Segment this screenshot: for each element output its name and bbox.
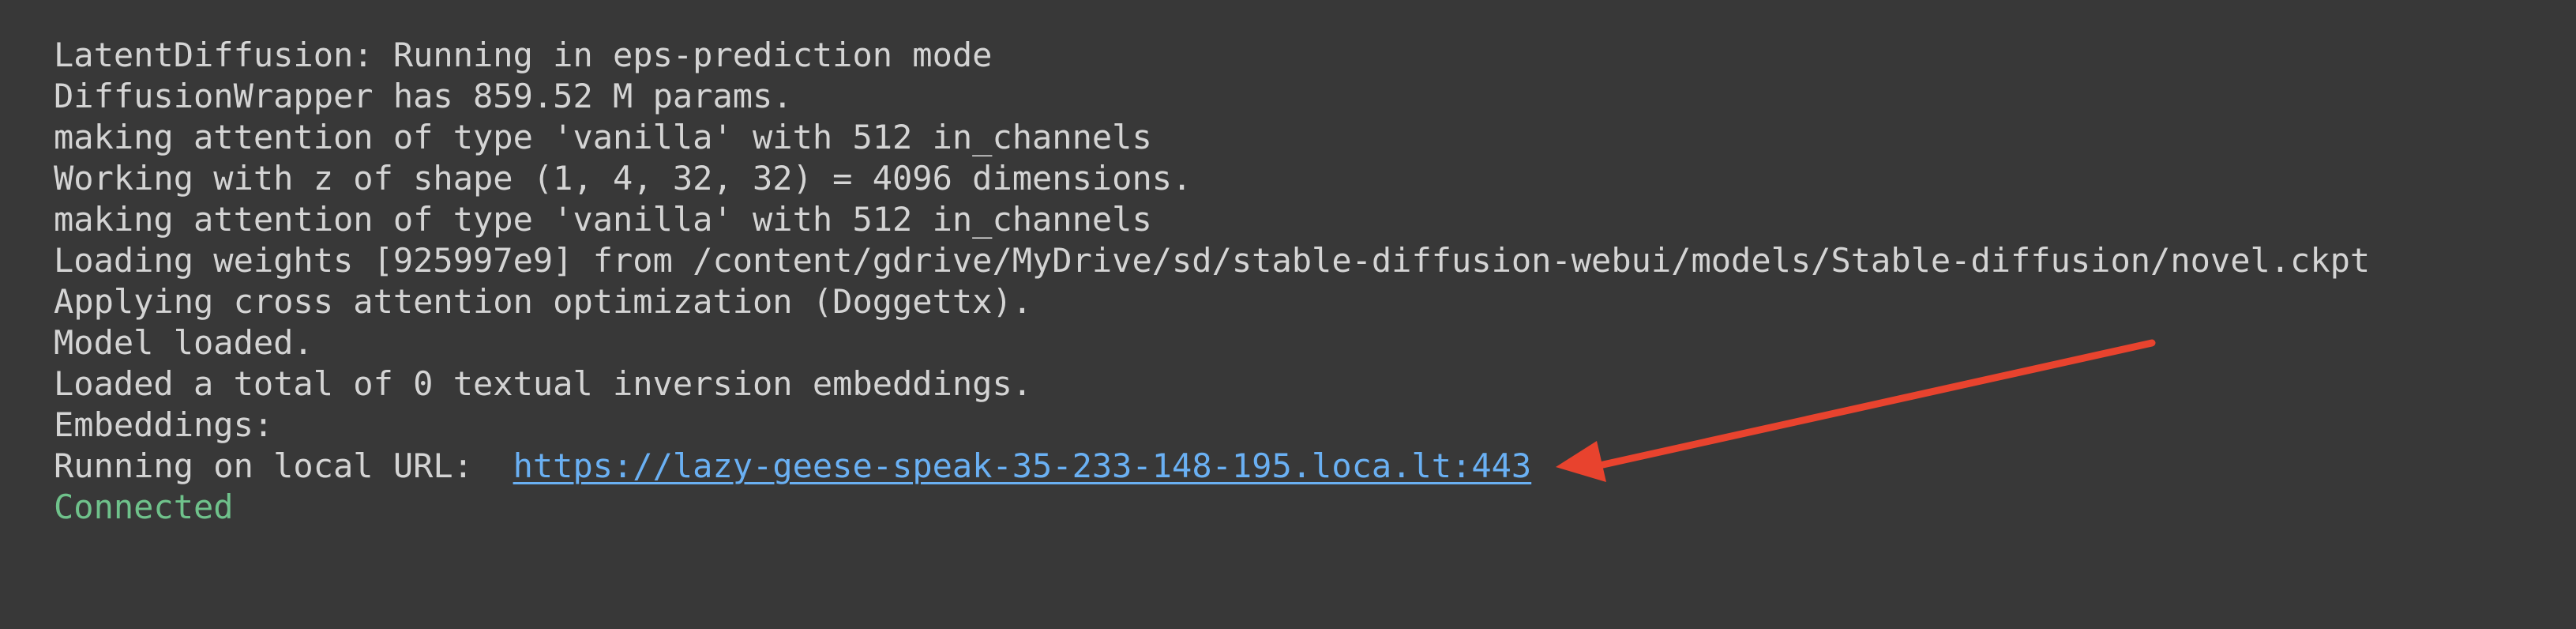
log-line: making attention of type 'vanilla' with … <box>54 118 1152 156</box>
log-line: DiffusionWrapper has 859.52 M params. <box>54 77 793 115</box>
log-line: making attention of type 'vanilla' with … <box>54 200 1152 239</box>
log-line: Loaded a total of 0 textual inversion em… <box>54 364 1033 403</box>
local-url-link[interactable]: https://lazy-geese-speak-35-233-148-195.… <box>513 446 1532 485</box>
terminal-output-panel: LatentDiffusion: Running in eps-predicti… <box>0 0 2576 629</box>
log-line: Embeddings: <box>54 405 274 444</box>
console-log: LatentDiffusion: Running in eps-predicti… <box>54 35 2370 528</box>
log-line: Model loaded. <box>54 323 314 362</box>
local-url-line: Running on local URL: https://lazy-geese… <box>54 446 2370 487</box>
log-line: LatentDiffusion: Running in eps-predicti… <box>54 36 993 74</box>
log-line: Loading weights [925997e9] from /content… <box>54 241 2371 280</box>
log-line: Working with z of shape (1, 4, 32, 32) =… <box>54 159 1192 198</box>
connection-status: Connected <box>54 488 234 526</box>
local-url-prefix: Running on local URL: <box>54 446 513 485</box>
log-line: Applying cross attention optimization (D… <box>54 282 1033 321</box>
